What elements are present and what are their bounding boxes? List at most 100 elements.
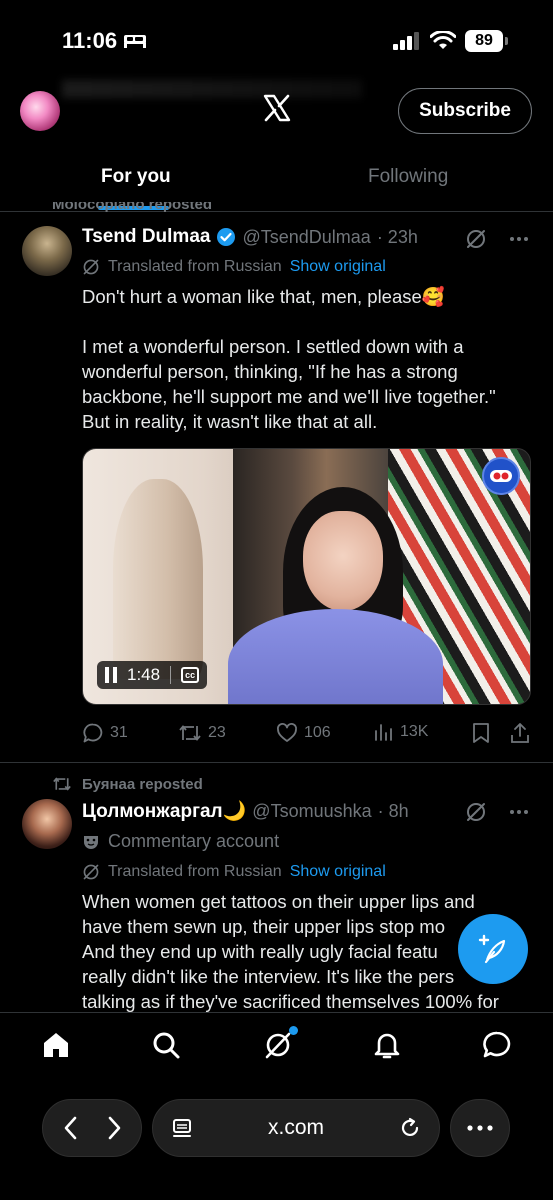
view-count: 13K xyxy=(400,723,429,740)
browser-url[interactable]: x.com xyxy=(268,1116,324,1140)
repost-context-text: Molocopiano reposted xyxy=(52,202,213,213)
tweet-text-line: When women get tattoos on their upper li… xyxy=(82,891,475,912)
tweet-text: When women get tattoos on their upper li… xyxy=(82,889,522,1014)
tweet-text-line: have them sewn up, their upper lips stop… xyxy=(82,916,445,937)
bookmark-icon xyxy=(473,723,489,743)
blurred-overlay xyxy=(62,80,362,98)
grok-icon[interactable] xyxy=(465,801,487,823)
messages-icon[interactable] xyxy=(481,1029,513,1061)
video-frame-person-face xyxy=(303,511,383,611)
x-logo-icon[interactable] xyxy=(262,93,292,123)
browser-nav-buttons xyxy=(42,1099,142,1157)
translated-label: Translated from Russian xyxy=(108,258,282,275)
back-chevron-icon[interactable] xyxy=(61,1115,81,1141)
top-header: Subscribe xyxy=(0,80,553,140)
more-options-icon[interactable] xyxy=(509,236,529,242)
author-name[interactable]: Цолмонжаргал🌙 xyxy=(82,799,246,823)
tweet-video[interactable]: 1:48 cc xyxy=(82,448,531,705)
tweet-text-line: And they end up with really ugly facial … xyxy=(82,941,438,962)
browser-more-button[interactable] xyxy=(450,1099,510,1157)
tweet-text-line: talking as if they've sacrificed themsel… xyxy=(82,991,499,1012)
status-time: 11:06 xyxy=(62,28,118,53)
tab-overview-icon[interactable] xyxy=(171,1117,193,1139)
theater-masks-icon xyxy=(84,835,98,849)
like-button[interactable]: 106 xyxy=(276,722,331,744)
author-avatar[interactable] xyxy=(22,799,72,849)
home-icon[interactable] xyxy=(40,1029,72,1061)
tweet-time[interactable]: · 23h xyxy=(377,227,418,248)
status-right: 89 xyxy=(393,30,508,52)
tab-for-you[interactable]: For you xyxy=(101,166,171,188)
notifications-bell-icon[interactable] xyxy=(371,1029,403,1061)
channel-logo-icon xyxy=(482,457,520,495)
translation-notice: Translated from Russian Show original xyxy=(82,863,386,881)
subscribe-button[interactable]: Subscribe xyxy=(398,88,532,134)
search-icon[interactable] xyxy=(150,1029,182,1061)
verified-badge-icon xyxy=(217,228,236,246)
commentary-account-label: Commentary account xyxy=(82,831,279,852)
reload-icon[interactable] xyxy=(399,1117,421,1139)
author-name[interactable]: Tsend Dulmaa xyxy=(82,226,210,248)
tweet-actions: 31 23 106 13K xyxy=(82,722,532,750)
more-horizontal-icon xyxy=(467,1125,493,1131)
repost-button[interactable]: 23 xyxy=(178,722,226,744)
tweet-header: Tsend Dulmaa @TsendDulmaa · 23h xyxy=(82,226,418,248)
grok-translate-icon xyxy=(83,259,99,275)
bed-icon xyxy=(124,35,147,48)
author-handle[interactable]: @Tsomuushka xyxy=(252,801,371,822)
tweet-paragraph: Don't hurt a woman like that, men, pleas… xyxy=(82,286,445,307)
tweet-time[interactable]: · 8h xyxy=(378,801,409,822)
share-button[interactable] xyxy=(510,722,530,744)
repost-count: 23 xyxy=(208,724,226,741)
grok-translate-icon xyxy=(83,864,99,880)
reposted-by[interactable]: Буянаа reposted xyxy=(82,776,203,793)
grok-icon[interactable] xyxy=(465,228,487,250)
video-controls[interactable]: 1:48 cc xyxy=(97,661,208,689)
forward-chevron-icon[interactable] xyxy=(104,1115,124,1141)
share-icon xyxy=(511,723,529,743)
tweet-header: Цолмонжаргал🌙 @Tsomuushka · 8h xyxy=(82,799,409,823)
author-handle[interactable]: @TsendDulmaa xyxy=(242,227,370,248)
repost-context-cut: Molocopiano reposted xyxy=(52,202,212,216)
grok-notification-dot xyxy=(289,1026,298,1035)
bookmark-button[interactable] xyxy=(472,722,490,744)
like-count: 106 xyxy=(304,724,331,741)
captions-button[interactable]: cc xyxy=(181,667,200,683)
author-avatar[interactable] xyxy=(22,226,72,276)
status-time-group: 11:06 xyxy=(62,28,147,54)
views-icon xyxy=(375,724,392,741)
repost-context: Буянаа reposted xyxy=(52,775,203,793)
video-frame-mannequin xyxy=(113,479,203,679)
compose-button[interactable] xyxy=(458,914,528,984)
controls-divider xyxy=(170,666,172,684)
translated-label: Translated from Russian xyxy=(108,863,282,880)
views-button[interactable]: 13K xyxy=(374,722,428,742)
reply-button[interactable]: 31 xyxy=(82,722,128,744)
reply-count: 31 xyxy=(110,724,128,741)
pause-icon[interactable] xyxy=(105,667,117,683)
tweet-text: Don't hurt a woman like that, men, pleas… xyxy=(82,284,522,434)
heart-icon xyxy=(277,723,297,742)
video-duration: 1:48 xyxy=(127,665,161,684)
profile-avatar[interactable] xyxy=(20,91,60,131)
tweet-text-line: really didn't like the interview. It's l… xyxy=(82,966,455,987)
reply-icon xyxy=(83,723,103,743)
tweet-paragraph: I met a wonderful person. I settled down… xyxy=(82,336,496,432)
tab-following[interactable]: Following xyxy=(368,166,448,188)
browser-address-bar[interactable]: x.com xyxy=(152,1099,440,1157)
show-original-link[interactable]: Show original xyxy=(290,258,386,276)
translation-notice: Translated from Russian Show original xyxy=(82,258,386,276)
battery-indicator: 89 xyxy=(465,30,508,52)
signal-icon xyxy=(393,32,419,50)
commentary-label: Commentary account xyxy=(108,831,280,851)
repost-icon xyxy=(53,777,71,791)
tweet[interactable]: Molocopiano reposted Tsend Dulmaa @Tsend… xyxy=(0,200,553,763)
status-bar: 11:06 89 xyxy=(0,0,553,80)
repost-icon xyxy=(179,725,201,741)
more-options-icon[interactable] xyxy=(509,809,529,815)
show-original-link[interactable]: Show original xyxy=(290,863,386,881)
tweet-top-actions xyxy=(465,228,529,250)
wifi-icon xyxy=(430,31,456,49)
grok-nav-icon[interactable] xyxy=(262,1029,294,1061)
compose-feather-icon xyxy=(478,934,506,964)
